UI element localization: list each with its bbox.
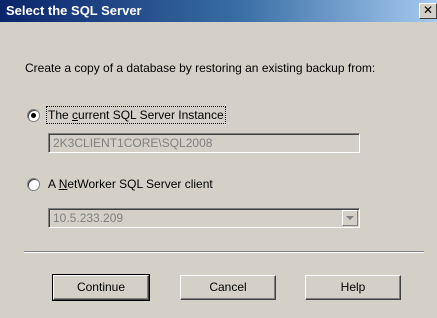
continue-button[interactable]: Continue — [52, 274, 150, 301]
networker-client-select: 10.5.233.209 — [48, 208, 360, 228]
radio-button-networker[interactable] — [27, 177, 40, 191]
radio-label-current[interactable]: The current SQL Server Instance — [46, 106, 226, 124]
radio-label-networker[interactable]: A NetWorker SQL Server client — [48, 177, 213, 191]
current-instance-field: 2K3CLIENT1CORE\SQL2008 — [48, 133, 360, 153]
radio-button-current[interactable] — [27, 108, 40, 122]
window-title: Select the SQL Server — [6, 3, 142, 18]
radio-current-sql-instance[interactable]: The current SQL Server Instance — [27, 106, 226, 124]
dropdown-button — [342, 210, 358, 226]
radio-selected-dot — [31, 112, 36, 118]
divider — [24, 251, 424, 253]
cancel-button[interactable]: Cancel — [180, 275, 276, 300]
close-button[interactable]: ✕ — [419, 3, 437, 19]
help-button[interactable]: Help — [305, 275, 401, 300]
title-bar[interactable]: Select the SQL Server ✕ — [0, 0, 437, 22]
close-icon: ✕ — [422, 3, 434, 17]
networker-client-value: 10.5.233.209 — [53, 211, 124, 225]
select-sql-server-dialog: Select the SQL Server ✕ Create a copy of… — [0, 0, 437, 318]
chevron-down-icon — [346, 216, 354, 220]
instruction-text: Create a copy of a database by restoring… — [25, 61, 376, 75]
radio-networker-client[interactable]: A NetWorker SQL Server client — [27, 176, 213, 192]
